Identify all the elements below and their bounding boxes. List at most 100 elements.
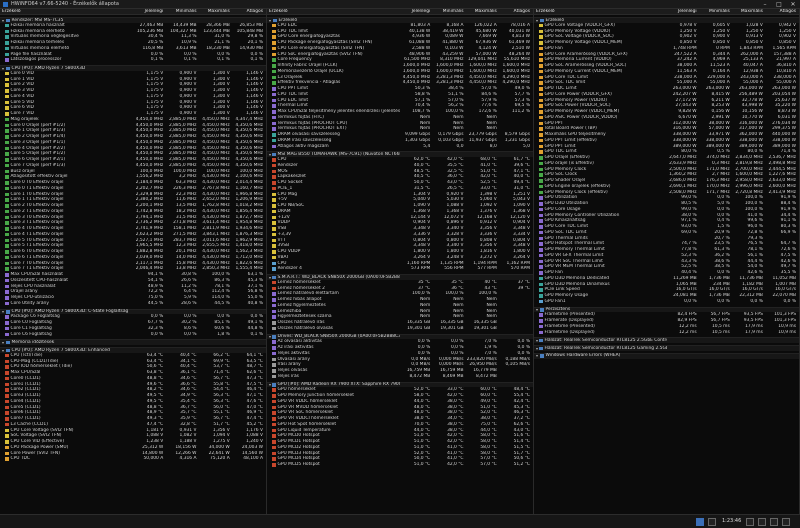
settings-icon[interactable] [746,518,754,526]
column-header-2[interactable]: Minimális [700,9,733,14]
sensor-row[interactable]: GPU Core TDC Limit 238,000 A 229,000 A 243,… [534,75,799,81]
sensor-row[interactable]: Max CPU/Szál használat 94,1 % 30,8 % 100,0 … [0,272,266,278]
sensor-row[interactable]: +3,3V 3,336 V 3,328 V 3,336 V 3,334 V [267,232,533,238]
sensor-row[interactable]: Core 1 T0 Effektív órajel 2,329,8 MHz 22,3… [0,192,266,198]
column-header-3[interactable]: Maximális [467,9,500,14]
sensor-row[interactable]: Core 3 Órajel (perf #1/1) 4,450,0 MHz 2,88… [0,140,266,146]
sensor-row[interactable]: Teljes aktivitás 0,0 % 0,0 % 7,0 % 0,0 % [267,351,533,357]
close-button[interactable]: ✕ [786,0,800,9]
sensor-row[interactable]: GPU Liquid Temperature 44,0 °C 38,0 °C 44,0… [267,428,533,434]
sensor-row[interactable]: GPU Memory Clock (effektív) 2,508,0 MHz 17… [534,190,799,196]
sensor-row[interactable]: GPU Engine órajelek (effektív) 2,690,1 MH… [534,184,799,190]
column-header-0[interactable]: Érzékelő [534,9,667,14]
sensor-row[interactable]: GPU Órajel (Effektív) 2,647,0 MHz 374,0 MH… [534,155,799,161]
sensor-row[interactable]: Lemez figyelmeztetés Nem Nem Nem [267,303,533,309]
sensor-row[interactable]: Core 5 VID 1,175 V 0,900 V 1,300 V 1,146 V [0,100,266,106]
minimize-button[interactable]: – [758,0,772,9]
sensor-row[interactable]: CPU SoC energiafogyasztás (SVI2 TFN) 48,9… [267,52,533,58]
sensor-row[interactable]: Az olvasási aktivitás 0,0 % 0,0 % 7,0 % 0,0 … [267,339,533,345]
sensor-row[interactable]: GPU Memória Current (VDDIO) 37,242 A 4,969… [534,57,799,63]
sensor-row[interactable]: Fizikai memória elérhető 105,236 MB 104,32… [0,29,266,35]
sensor-row[interactable]: CPU Core Voltage (SVI2 TFN) 1,181 V 0,931 … [0,428,266,434]
sensor-row[interactable]: PCIE_1 31,5 °C 26,5 °C 33,0 °C 31,0 °C [267,186,533,192]
sensor-row[interactable]: Termikus fojtás (HTC) Nem Nem Nem [267,115,533,121]
sensor-row[interactable]: Core 4 T1 Effektív órajel 2,623,2 MHz 271,… [0,232,266,238]
sensor-row[interactable]: Core Utility arány 44,5 % 28,6 % 44,5 % 40,8… [0,301,266,307]
sensor-row[interactable]: GPU MCD1 Hotspot 51,0 °C 42,0 °C 58,0 °C 51,… [267,439,533,445]
sensor-row[interactable]: Lapkakészlet 40,5 °C 36,0 °C 42,0 °C 40,0 °C [267,174,533,180]
sensor-row[interactable]: Core Frequency 61,500 MHz 8,310 MHz 129,041… [267,57,533,63]
sensor-group-header[interactable]: ▾ Windows Hardware Errors (WHEA) [534,352,799,359]
sensor-row[interactable]: Látszólagos processzor 0,1 % 0,1 % 0,1 % 0,1… [0,57,266,63]
sensor-row[interactable]: GPU MCD5 Hotspot 51,0 °C 42,0 °C 57,0 °C 51,… [267,462,533,468]
sensor-row[interactable]: CPU 1,160 RPM 1,135 RPM 1,194 RPM 1,162 RPM [267,261,533,267]
sensor-row[interactable]: CPU Mag 1,304 V 0,920 V 1,398 V 1,251 V [267,192,533,198]
maximize-button[interactable]: □ [772,0,786,9]
sensor-row[interactable]: Core 2 T0 Effektív órajel 2,200,1 MHz 13,5… [0,203,266,209]
sensor-row[interactable]: SoC Voltage (SVI2 TFN) 1,088 V 1,082 V 1,09… [0,433,266,439]
sensor-row[interactable]: GPU Memory Power (VDDCI_MEM) 9,828 W 0,156… [534,109,799,115]
sensor-row[interactable]: GPU Memory Junction hőmérséklet 58,0 °C 42… [267,393,533,399]
sensor-row[interactable]: Core1 (CCD1) 49,6 °C 36,6 °C 55,8 °C 47,5 °C [0,382,266,388]
sensor-row[interactable]: Core 2 T1 Effektív órajel 1,742,8 MHz 18,2… [0,209,266,215]
sensor-row[interactable]: GPU ASIC Power (VDDCR_VDDIO) 6,670 W 2,991… [534,115,799,121]
sensor-row[interactable]: Rendszer 40,0 °C 35,5 °C 41,0 °C 39,6 °C [267,163,533,169]
column-header-3[interactable]: Maximális [733,9,766,14]
sensor-row[interactable]: Infinity Fabric Órajel (FCLK) 1,600,0 MHz… [267,63,533,69]
sensor-row[interactable]: +5V 5,040 V 5,030 V 5,060 V 5,043 V [267,197,533,203]
sensor-row[interactable]: Core 2 VID 1,175 V 0,900 V 1,300 V 1,146 V [0,82,266,88]
sensor-row[interactable]: CPU EDC limit 57,1 % 57,0 % 57,9 % 57,3 % [267,98,533,104]
sensor-row[interactable]: CPU Core energiafogyasztás (SVI2 TFN) 2,5… [267,46,533,52]
sensor-row[interactable]: GPU Memory Controller Utilization 38,0 % 0… [534,213,799,219]
sensor-row[interactable]: Core 3 T1 Effektív órajel 2,736,2 MHz 271,… [0,220,266,226]
sensor-row[interactable]: GPU MCD3 Hotspot 52,0 °C 41,0 °C 58,0 °C 51,… [267,451,533,457]
sensor-row[interactable]: Total Board Power (TBP) 316,000 W 57,000 W… [534,126,799,132]
sensor-row[interactable]: Core 6 Órajel (perf #2/1) 4,450,0 MHz 2,88… [0,157,266,163]
column-header-4[interactable]: Átlagos [233,9,266,14]
collapse-toggle-icon[interactable]: ▾ [2,340,5,345]
sensor-row[interactable]: Core 5 T1 Effektív órajel 1,965,5 MHz 12,3… [0,243,266,249]
sensor-row[interactable]: GPU VR MEM Thermal Limit 52,5 % 38,5 % 54,0… [534,264,799,270]
sensor-row[interactable]: Core 5 T0 Effektív órajel 2,527,1 MHz 283,… [0,238,266,244]
sensor-row[interactable]: CPU (Tctl/Tdie) 63,4 °C 40,4 °C 66,2 °C 64,1… [0,353,266,359]
sensor-row[interactable]: Fizikai memória használt 27,463 MB 14,439 … [0,23,266,29]
sensor-row[interactable]: Thermal Limit 70,4 % 56,2 % 77,6 % 69,5 % [267,103,533,109]
sensor-row[interactable]: Core7 (CCD1) 49,3 °C 35,9 °C 56,7 °C 47,4 °C [0,416,266,422]
sensor-row[interactable]: CPU IOD hőmérséklet (Tdie) 50,6 °C 40,4 °C… [0,364,266,370]
sensor-row[interactable]: Core 3 T0 Effektív órajel 2,794,1 MHz 31,5… [0,215,266,221]
sensor-row[interactable]: GPU Core Voltage (VDDCR_GFX) 0,978 V 0,605… [534,23,799,29]
column-header-0[interactable]: Érzékelő [267,9,400,14]
sensor-row[interactable]: Core 7 T1 Effektív órajel 2,046,4 MHz 13,8… [0,266,266,272]
column-header-4[interactable]: Átlagos [766,9,799,14]
sensor-row[interactable]: DRAM 1,368 V 1,368 V 1,376 V 1,368 V [267,209,533,215]
sensor-row[interactable]: Maximális GPU teljesítmény 338,000 W 33,97… [534,132,799,138]
column-header[interactable]: Érzékelő Jelenlegi Minimális Maximális Átlag… [267,9,533,15]
sensor-row[interactable]: Lemez hőmérséklet 35 °C 35 °C 40 °C 37 °C [267,280,533,286]
sensor-row[interactable]: Core 0 Órajel (perf #1/2) 4,450,0 MHz 2,88… [0,123,266,129]
sensor-row[interactable]: GPU VR MVDD hőmérséklet 48,0 °C 38,0 °C 51,… [267,405,533,411]
sensor-panel-2[interactable]: Érzékelő Jelenlegi Minimális Maximális Átlag… [267,9,534,514]
sensor-row[interactable]: Órajel arány 72,2 % 6,4 % 112,4 % 56,8 % [0,289,266,295]
sensor-row[interactable]: GPU D3D Memória Dinamikus 1,065 MB 234 MB 1… [534,282,799,288]
sensor-row[interactable]: CPU TDC 50,000 A 4,316 A 75,120 A 48,100 A [0,456,266,462]
sensor-row[interactable]: Teljes írás 8,472 MB 8,469 MB 8,472 MB [267,374,533,380]
reset-icon[interactable] [708,518,716,526]
sensor-row[interactable]: L3 Órajelek 4,450,0 MHz 3,281,3 MHz 4,450,0… [267,75,533,81]
sensor-row[interactable]: Max CPU/Szál 63,8 °C 36,1 °C 71,4 °C 62,6 °C [0,370,266,376]
sensor-row[interactable]: GPU SoC Power (VDDCR_SOC) 27,043 W 8,253 W… [534,103,799,109]
sensor-row[interactable]: GPU PPT 312,000 W 38,000 W 316,000 W 276,034… [534,121,799,127]
sensor-row[interactable]: Core 6 T1 Effektív órajel 2,039,0 MHz 14,0… [0,255,266,261]
sensor-row[interactable]: Virtuális memória elérhető 116,8 MB 3,613 … [0,46,266,52]
column-header-4[interactable]: Átlagos [500,9,533,14]
sensor-row[interactable]: GPU PPT Limit 389,000 W 389,000 W 389,000 W… [534,144,799,150]
sensor-row[interactable]: Core 6 T0 Effektív órajel 1,882,8 MHz 20,1… [0,249,266,255]
sensor-row[interactable]: Lemez hátralévő élettartam 100,0 % 100,0 %… [267,291,533,297]
sensor-row[interactable]: GPU SoC TDC Limit 69,0 % 20,9 % 72,8 % 66,9 … [534,230,799,236]
sensor-row[interactable]: Lemezhiba Nem Nem Nem [267,309,533,315]
sensor-row[interactable]: GPU Memory Power (VDDIO) 27,172 W 6,211 W3… [534,98,799,104]
column-header-3[interactable]: Maximális [200,9,233,14]
sensor-row[interactable]: GPU Memory Current (VDDCI_MEM) 11,563 A 0,… [534,69,799,75]
sensor-row[interactable]: Írási arány 0,0 MB/s 0,000 MB/s 26,950 MB/s… [267,362,533,368]
sensor-row[interactable]: Core 1 T1 Effektív órajel 2,380,2 MHz 11,6… [0,197,266,203]
sensor-row[interactable]: GPU SoC Áramerősség (VDDCR_SOC) 38,000 A1… [534,63,799,69]
